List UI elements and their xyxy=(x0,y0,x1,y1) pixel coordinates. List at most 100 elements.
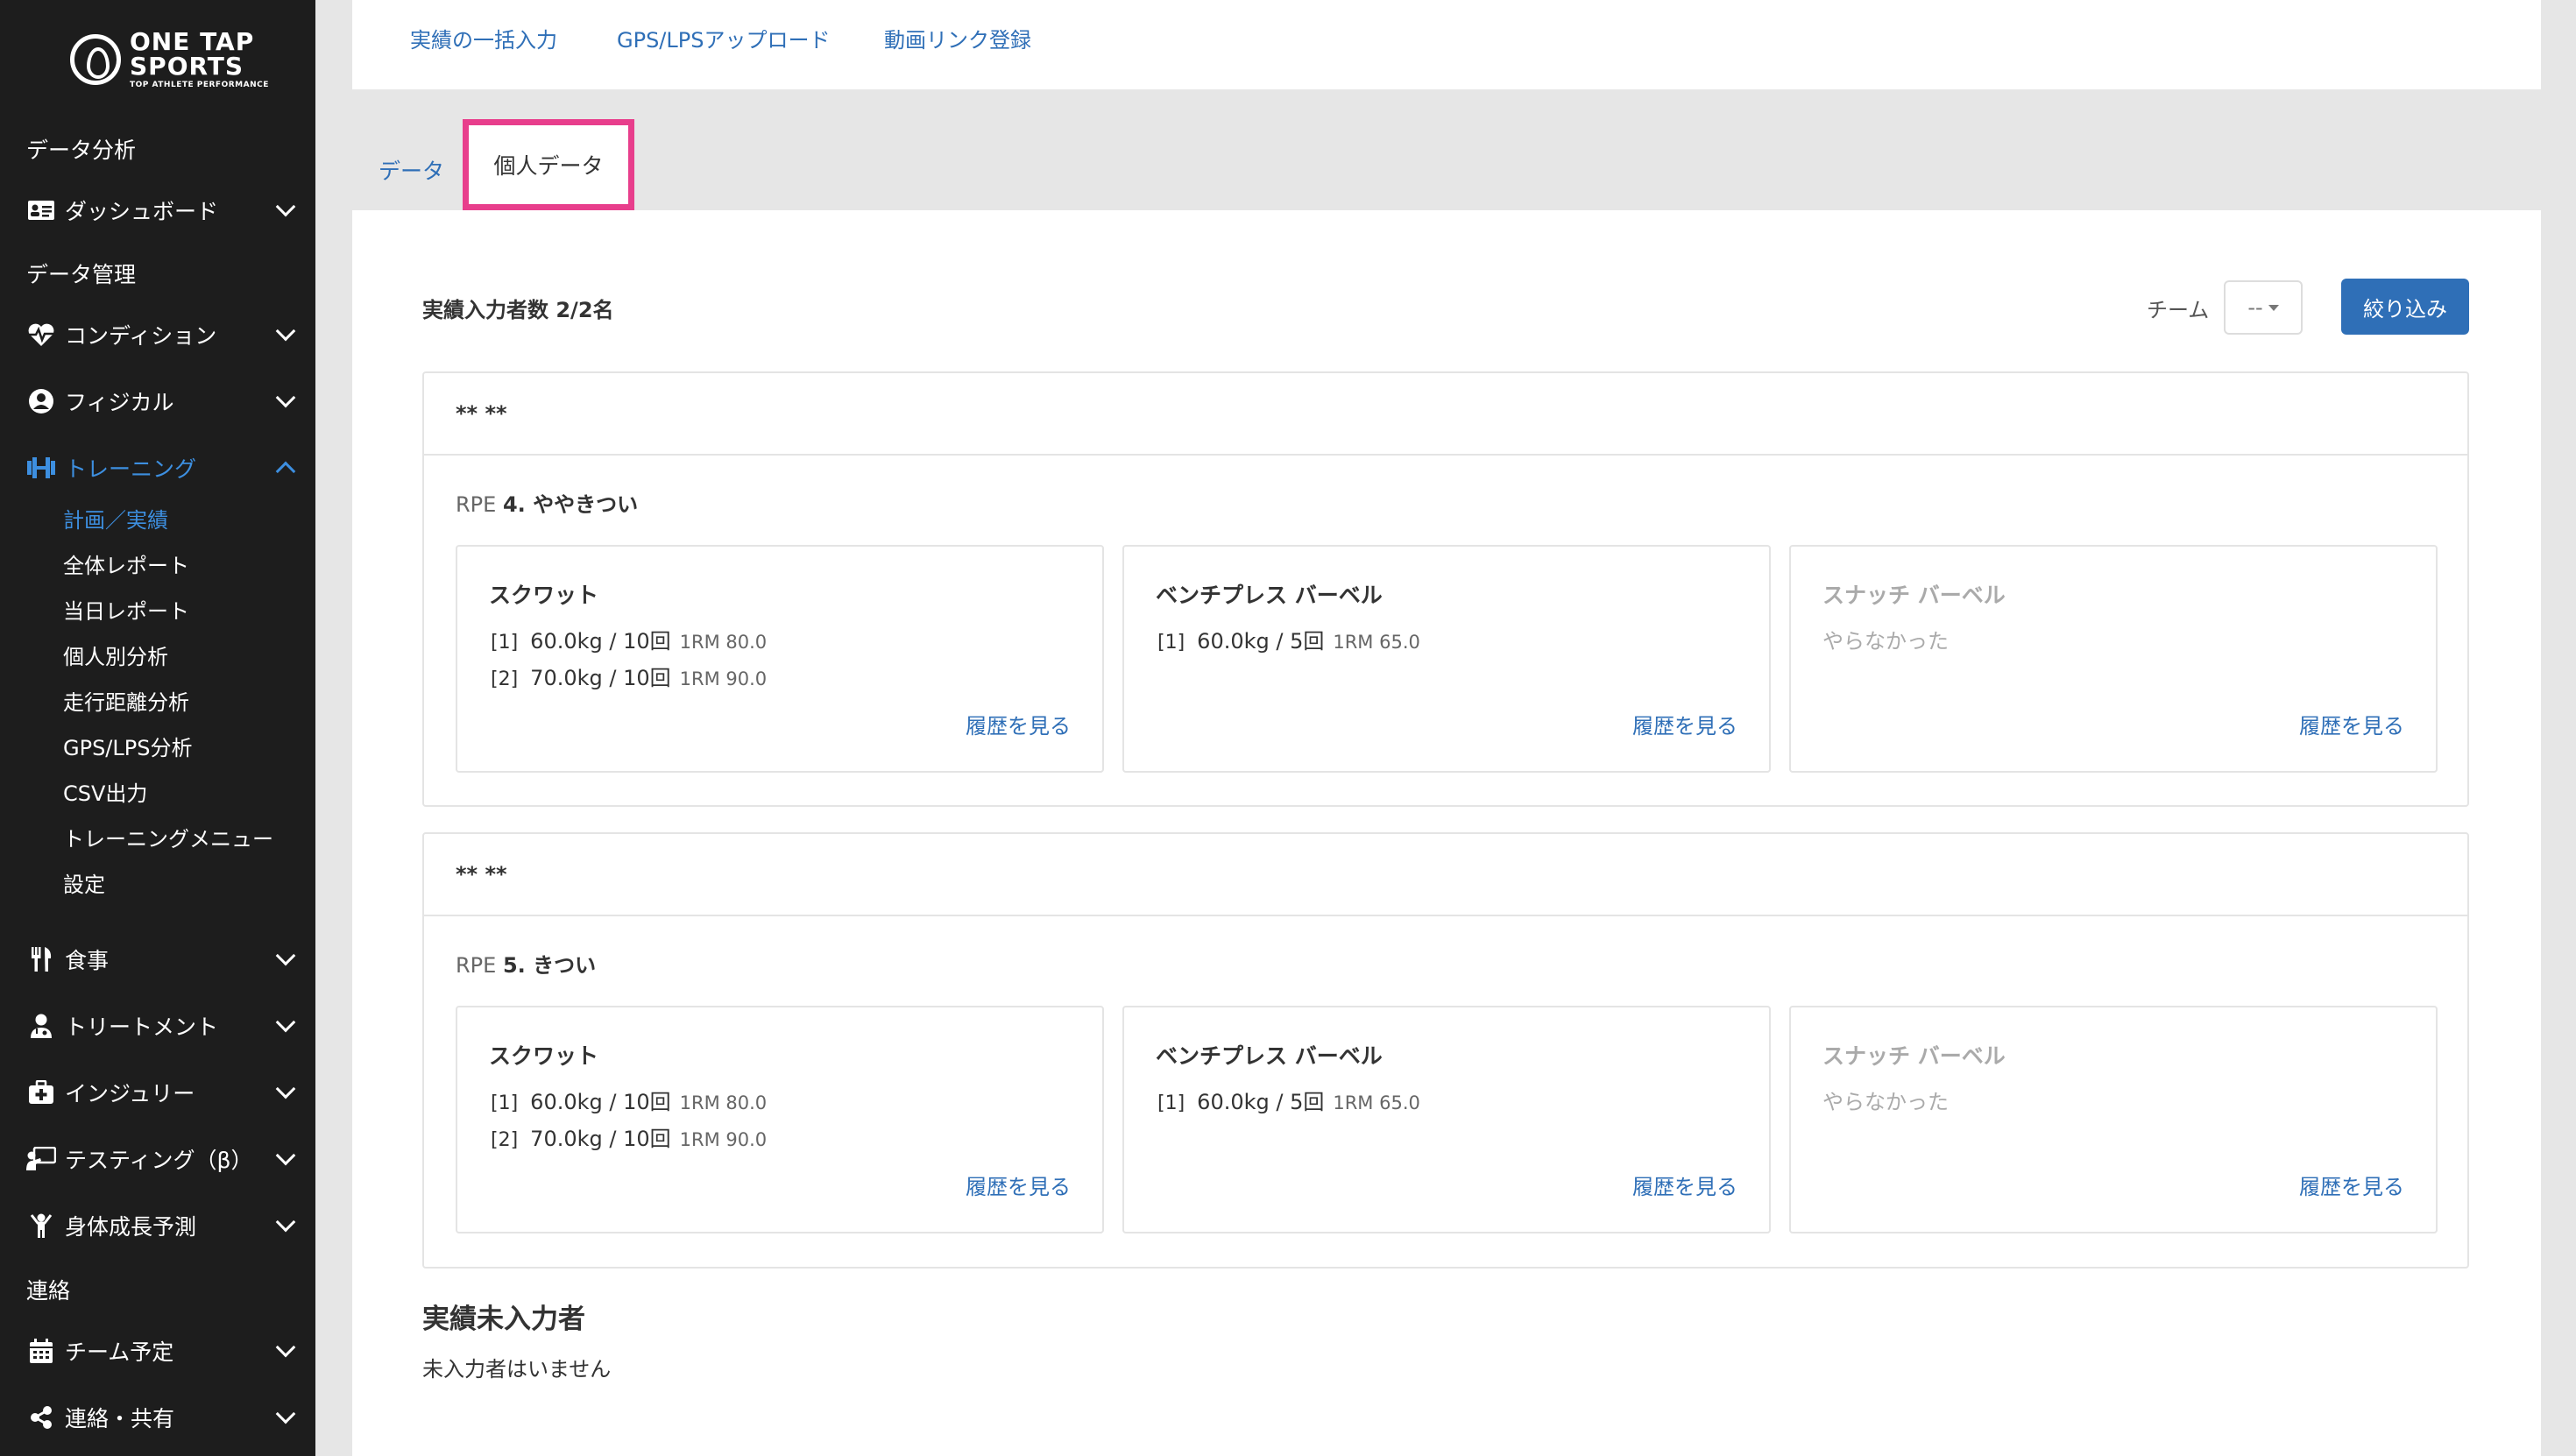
sidebar-subitem-plan-results[interactable]: 計画／実績 xyxy=(63,503,168,534)
sidebar-subitem-individual-analysis[interactable]: 個人別分析 xyxy=(63,640,168,670)
sidebar-item-testing[interactable]: テスティング（β） xyxy=(26,1140,298,1178)
chevron-down-icon xyxy=(275,1145,296,1166)
section-data-management: データ管理 xyxy=(26,262,137,287)
set-row: [1] 60.0kg / 5回 1RM 65.0 xyxy=(1157,1085,1420,1115)
view-history-link[interactable]: 履歴を見る xyxy=(2299,709,2404,739)
sidebar-subitem-csv-export[interactable]: CSV出力 xyxy=(63,776,147,807)
sidebar-item-label: チーム予定 xyxy=(65,1339,174,1365)
view-history-link[interactable]: 履歴を見る xyxy=(1632,709,1737,739)
sidebar-item-meal[interactable]: 食事 xyxy=(26,940,298,979)
set-index: [2] xyxy=(491,1129,519,1151)
chevron-down-icon xyxy=(275,196,296,217)
view-history-link[interactable]: 履歴を見る xyxy=(966,709,1071,739)
sidebar-subitem-overall-report[interactable]: 全体レポート xyxy=(63,548,189,579)
team-select[interactable]: -- xyxy=(2224,280,2303,335)
utensils-icon xyxy=(26,944,56,974)
sidebar-item-label: トリートメント xyxy=(65,1014,219,1040)
exercise-card: ベンチプレス バーベル [1] 60.0kg / 5回 1RM 65.0 履歴を見る xyxy=(1122,1006,1771,1233)
medkit-icon xyxy=(26,1078,56,1107)
sidebar-item-treatment[interactable]: トリートメント xyxy=(26,1007,298,1045)
filter-button-label: 絞り込み xyxy=(2363,296,2447,322)
video-link-register-link[interactable]: 動画リンク登録 xyxy=(884,23,1031,53)
set-value: 60.0kg / 10回 xyxy=(530,629,671,654)
exercise-name: スナッチ バーベル xyxy=(1822,1043,2006,1069)
sidebar-item-dashboard[interactable]: ダッシュボード xyxy=(26,191,298,230)
set-row: [1] 60.0kg / 10回 1RM 80.0 xyxy=(491,624,767,654)
sidebar-item-label: テスティング（β） xyxy=(65,1148,253,1173)
sidebar-item-label: ダッシュボード xyxy=(65,199,219,224)
chevron-up-icon xyxy=(275,461,296,482)
share-nodes-icon xyxy=(26,1403,56,1432)
chevron-down-icon xyxy=(275,1403,296,1424)
logo-text-line1: ONE TAP xyxy=(130,27,255,56)
sidebar-item-growth[interactable]: 身体成長予測 xyxy=(26,1206,298,1245)
id-card-icon xyxy=(26,195,56,225)
sidebar-item-label: インジュリー xyxy=(65,1081,195,1106)
set-1rm: 1RM 90.0 xyxy=(679,668,768,689)
chevron-down-icon xyxy=(275,945,296,966)
view-history-link[interactable]: 履歴を見る xyxy=(1632,1170,1737,1200)
chevron-down-icon xyxy=(275,1012,296,1033)
sidebar-item-physical[interactable]: フィジカル xyxy=(26,382,298,421)
rpe-value: 5. きつい xyxy=(502,953,597,978)
player-name: ** ** xyxy=(424,834,2467,916)
caret-down-icon xyxy=(2268,304,2279,311)
exercise-name: スナッチ バーベル xyxy=(1822,583,2006,608)
sidebar: ONE TAP SPORTS TOP ATHLETE PERFORMANCE デ… xyxy=(0,0,315,1456)
view-history-link[interactable]: 履歴を見る xyxy=(2299,1170,2404,1200)
set-row: [2] 70.0kg / 10回 1RM 90.0 xyxy=(491,1121,767,1152)
sidebar-item-injury[interactable]: インジュリー xyxy=(26,1073,298,1112)
filter-button[interactable]: 絞り込み xyxy=(2341,279,2469,335)
sidebar-item-condition[interactable]: コンディション xyxy=(26,315,298,354)
sidebar-subitem-gps-lps-analysis[interactable]: GPS/LPS分析 xyxy=(63,731,192,761)
logo[interactable]: ONE TAP SPORTS TOP ATHLETE PERFORMANCE xyxy=(70,30,269,89)
chalkboard-user-icon xyxy=(26,1144,56,1174)
team-select-value: -- xyxy=(2247,295,2263,320)
heartbeat-icon xyxy=(26,320,56,350)
dumbbell-icon xyxy=(26,453,56,483)
exercise-name: ベンチプレス バーベル xyxy=(1156,1043,1383,1069)
calendar-icon xyxy=(26,1336,56,1366)
player-card: ** ** RPE 4. ややきつい スクワット [1] 60.0kg / 10回… xyxy=(422,371,2469,807)
set-index: [1] xyxy=(491,632,519,654)
logo-tagline: TOP ATHLETE PERFORMANCE xyxy=(130,81,269,89)
rpe-prefix: RPE xyxy=(456,492,497,517)
sidebar-item-team-schedule[interactable]: チーム予定 xyxy=(26,1332,298,1370)
set-index: [2] xyxy=(491,668,519,690)
section-contact: 連絡 xyxy=(26,1278,71,1304)
gps-lps-upload-link[interactable]: GPS/LPSアップロード xyxy=(617,23,830,53)
rpe-rating: RPE 4. ややきつい xyxy=(456,487,638,518)
sidebar-subitem-training-menu[interactable]: トレーニングメニュー xyxy=(63,822,273,852)
chevron-down-icon xyxy=(275,1212,296,1233)
rpe-rating: RPE 5. きつい xyxy=(456,948,596,979)
set-row: [1] 60.0kg / 10回 1RM 80.0 xyxy=(491,1085,767,1115)
sidebar-subitem-daily-report[interactable]: 当日レポート xyxy=(63,594,189,625)
exercise-name: ベンチプレス バーベル xyxy=(1156,583,1383,608)
sidebar-subitem-settings[interactable]: 設定 xyxy=(63,867,105,898)
set-value: 60.0kg / 5回 xyxy=(1197,1090,1325,1114)
chevron-down-icon xyxy=(275,1337,296,1358)
sidebar-item-label: 食事 xyxy=(65,948,110,973)
team-filter-label: チーム xyxy=(2147,298,2210,322)
exercise-card: ベンチプレス バーベル [1] 60.0kg / 5回 1RM 65.0 履歴を見る xyxy=(1122,545,1771,773)
exercise-card: スナッチ バーベル やらなかった 履歴を見る xyxy=(1789,545,2438,773)
sidebar-item-label: コンディション xyxy=(65,323,217,349)
rpe-prefix: RPE xyxy=(456,953,497,978)
child-reaching-icon xyxy=(26,1211,56,1240)
sidebar-item-training[interactable]: トレーニング xyxy=(26,449,298,487)
tab-personal-data[interactable]: 個人データ xyxy=(463,119,634,210)
set-1rm: 1RM 80.0 xyxy=(679,1092,768,1113)
set-value: 70.0kg / 10回 xyxy=(530,666,671,690)
set-1rm: 1RM 65.0 xyxy=(1333,632,1420,653)
set-row: [1] 60.0kg / 5回 1RM 65.0 xyxy=(1157,624,1420,654)
view-history-link[interactable]: 履歴を見る xyxy=(966,1170,1071,1200)
user-circle-icon xyxy=(26,386,56,416)
chevron-down-icon xyxy=(275,387,296,408)
player-name: ** ** xyxy=(424,373,2467,456)
sidebar-subitem-distance-analysis[interactable]: 走行距離分析 xyxy=(63,685,189,716)
sidebar-item-share[interactable]: 連絡・共有 xyxy=(26,1398,298,1437)
tab-data[interactable]: データ xyxy=(379,154,444,186)
player-card: ** ** RPE 5. きつい スクワット [1] 60.0kg / 10回 1R… xyxy=(422,832,2469,1269)
bulk-results-input-link[interactable]: 実績の一括入力 xyxy=(410,23,557,53)
set-index: [1] xyxy=(491,1092,519,1114)
